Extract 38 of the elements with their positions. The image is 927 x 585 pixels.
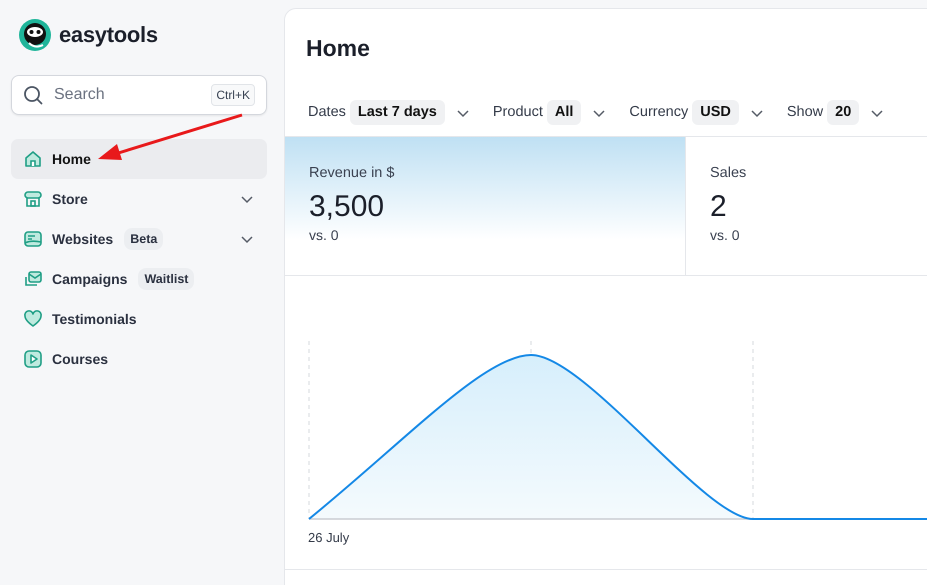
- browser-window-icon: [23, 229, 43, 249]
- logo-icon: [19, 18, 51, 50]
- heart-icon: [23, 309, 43, 329]
- status-tag: Waitlist: [138, 268, 194, 290]
- brand-name: easytools: [59, 21, 158, 49]
- stat-comparison: vs. 0: [309, 226, 340, 245]
- page-title: Home: [306, 35, 370, 61]
- stat-card[interactable]: Sales 2 vs. 0: [685, 137, 927, 276]
- axis-label: 26 July: [308, 530, 350, 545]
- filter-label: Dates: [308, 102, 346, 122]
- stat-card[interactable]: Revenue in $ 3,500 vs. 0: [285, 137, 685, 276]
- filter-dropdown[interactable]: Last 7 days: [350, 100, 445, 126]
- filter-dropdown[interactable]: USD: [692, 100, 739, 126]
- play-icon: [23, 349, 43, 369]
- status-tag: Beta: [124, 228, 164, 250]
- filter-label: Currency: [629, 102, 688, 122]
- filter-label: Show: [786, 102, 824, 122]
- filter-label: Product: [492, 102, 543, 122]
- sidebar-item[interactable]: Testimonials: [11, 299, 267, 339]
- sidebar-item[interactable]: Courses: [11, 339, 267, 379]
- search-icon: [23, 85, 43, 105]
- search-input[interactable]: Search: [52, 82, 202, 108]
- sidebar-item[interactable]: Websites Beta: [11, 219, 267, 259]
- stat-value: 2: [710, 188, 728, 225]
- shortcut-hint: Ctrl+K: [211, 84, 255, 106]
- sidebar-item[interactable]: Store: [11, 179, 267, 219]
- storefront-icon: [23, 189, 43, 209]
- sidebar-item[interactable]: Home: [11, 139, 267, 179]
- envelope-icon: [23, 269, 43, 289]
- stat-value: 3,500: [309, 188, 386, 225]
- search-field[interactable]: Search Ctrl+K: [11, 75, 267, 115]
- sidebar-item[interactable]: Campaigns Waitlist: [11, 259, 267, 299]
- stat-comparison: vs. 0: [710, 226, 741, 245]
- filter-dropdown[interactable]: 20: [827, 100, 860, 126]
- stat-label: Revenue in $: [309, 164, 396, 183]
- house-icon: [23, 149, 43, 169]
- stat-label: Sales: [710, 164, 748, 183]
- filter-dropdown[interactable]: All: [546, 100, 582, 126]
